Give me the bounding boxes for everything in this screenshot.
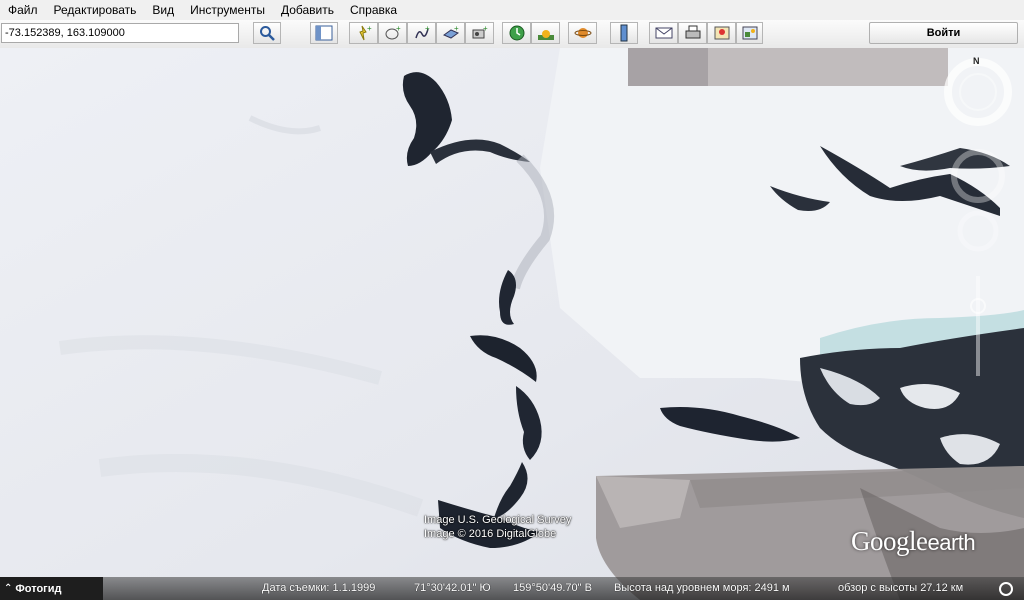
credit-usgs: Image U.S. Geological Survey (424, 514, 572, 526)
photo-tour-tab[interactable]: ⌃ Фотогид (0, 577, 103, 600)
menu-view[interactable]: Вид (144, 0, 182, 20)
logo-google-text: Google (851, 526, 928, 556)
email-icon (655, 27, 672, 39)
planets-button[interactable] (568, 22, 597, 44)
sidebar-toggle-button[interactable] (310, 22, 338, 44)
menu-file[interactable]: Файл (0, 0, 46, 20)
planets-icon (574, 28, 591, 38)
photo-tour-label: Фотогид (15, 582, 62, 595)
zoom-slider[interactable] (970, 276, 986, 376)
add-path-button[interactable]: + (407, 22, 436, 44)
polygon-icon: + (385, 24, 401, 40)
elevation-readout: Высота над уровнем моря: 2491 м (614, 582, 790, 594)
save-image-icon (742, 26, 757, 40)
save-image-button[interactable] (736, 22, 763, 44)
search-input[interactable] (1, 23, 239, 43)
chevron-up-icon: ⌃ (4, 583, 13, 594)
sidebar-icon (315, 25, 333, 41)
imagery-date: Дата съемки: 1.1.1999 (262, 582, 376, 594)
imagery-credits: Image U.S. Geological Survey Image © 201… (424, 513, 571, 541)
maps-icon (714, 26, 729, 40)
image-overlay-icon: + (442, 24, 459, 39)
toolbar: + + + + + Войти (0, 20, 1024, 49)
add-placemark-button[interactable]: + (349, 22, 378, 44)
print-button[interactable] (678, 22, 707, 44)
ruler-button[interactable] (610, 22, 638, 44)
sunlight-button[interactable] (531, 22, 560, 44)
svg-text:+: + (367, 24, 372, 33)
search-icon (260, 26, 275, 41)
compass-ring[interactable] (944, 58, 1012, 126)
print-icon (685, 25, 700, 39)
add-image-overlay-button[interactable]: + (436, 22, 465, 44)
search-button[interactable] (253, 22, 281, 44)
svg-text:+: + (425, 24, 430, 33)
historical-imagery-icon (509, 25, 524, 41)
login-button[interactable]: Войти (869, 22, 1018, 44)
compass-north-label: N (973, 56, 980, 66)
menu-tools[interactable]: Инструменты (182, 0, 273, 20)
latitude-readout: 71°30'42.01" Ю (414, 582, 491, 594)
eye-altitude-readout: обзор с высоты 27.12 км (838, 582, 964, 594)
status-bar: Дата съемки: 1.1.1999 71°30'42.01" Ю 159… (0, 577, 1024, 600)
navigation-controls (944, 58, 1012, 376)
svg-text:+: + (454, 24, 459, 33)
google-earth-logo: Googleearth (851, 526, 976, 557)
historical-imagery-button[interactable] (502, 22, 531, 44)
map-view[interactable]: N Image U.S. Geological Survey Image © 2… (0, 48, 1024, 600)
view-in-maps-button[interactable] (707, 22, 736, 44)
svg-text:+: + (483, 24, 488, 33)
look-joystick[interactable] (951, 149, 1005, 203)
streaming-indicator-icon (999, 582, 1013, 596)
menu-add[interactable]: Добавить (273, 0, 342, 20)
sunlight-icon (537, 30, 554, 40)
credit-digitalglobe: Image © 2016 DigitalGlobe (424, 528, 557, 540)
move-joystick[interactable] (957, 210, 999, 252)
record-tour-button[interactable]: + (465, 22, 494, 44)
placemark-icon: + (358, 24, 372, 41)
logo-earth-text: earth (927, 530, 976, 555)
menu-edit[interactable]: Редактировать (46, 0, 145, 20)
email-button[interactable] (649, 22, 678, 44)
add-polygon-button[interactable]: + (378, 22, 407, 44)
menu-bar: Файл Редактировать Вид Инструменты Добав… (0, 0, 1024, 20)
svg-text:+: + (396, 24, 401, 33)
longitude-readout: 159°50'49.70" В (513, 582, 592, 594)
record-tour-icon: + (472, 24, 488, 39)
ruler-icon (620, 24, 628, 42)
path-icon: + (414, 24, 430, 39)
menu-help[interactable]: Справка (342, 0, 405, 20)
